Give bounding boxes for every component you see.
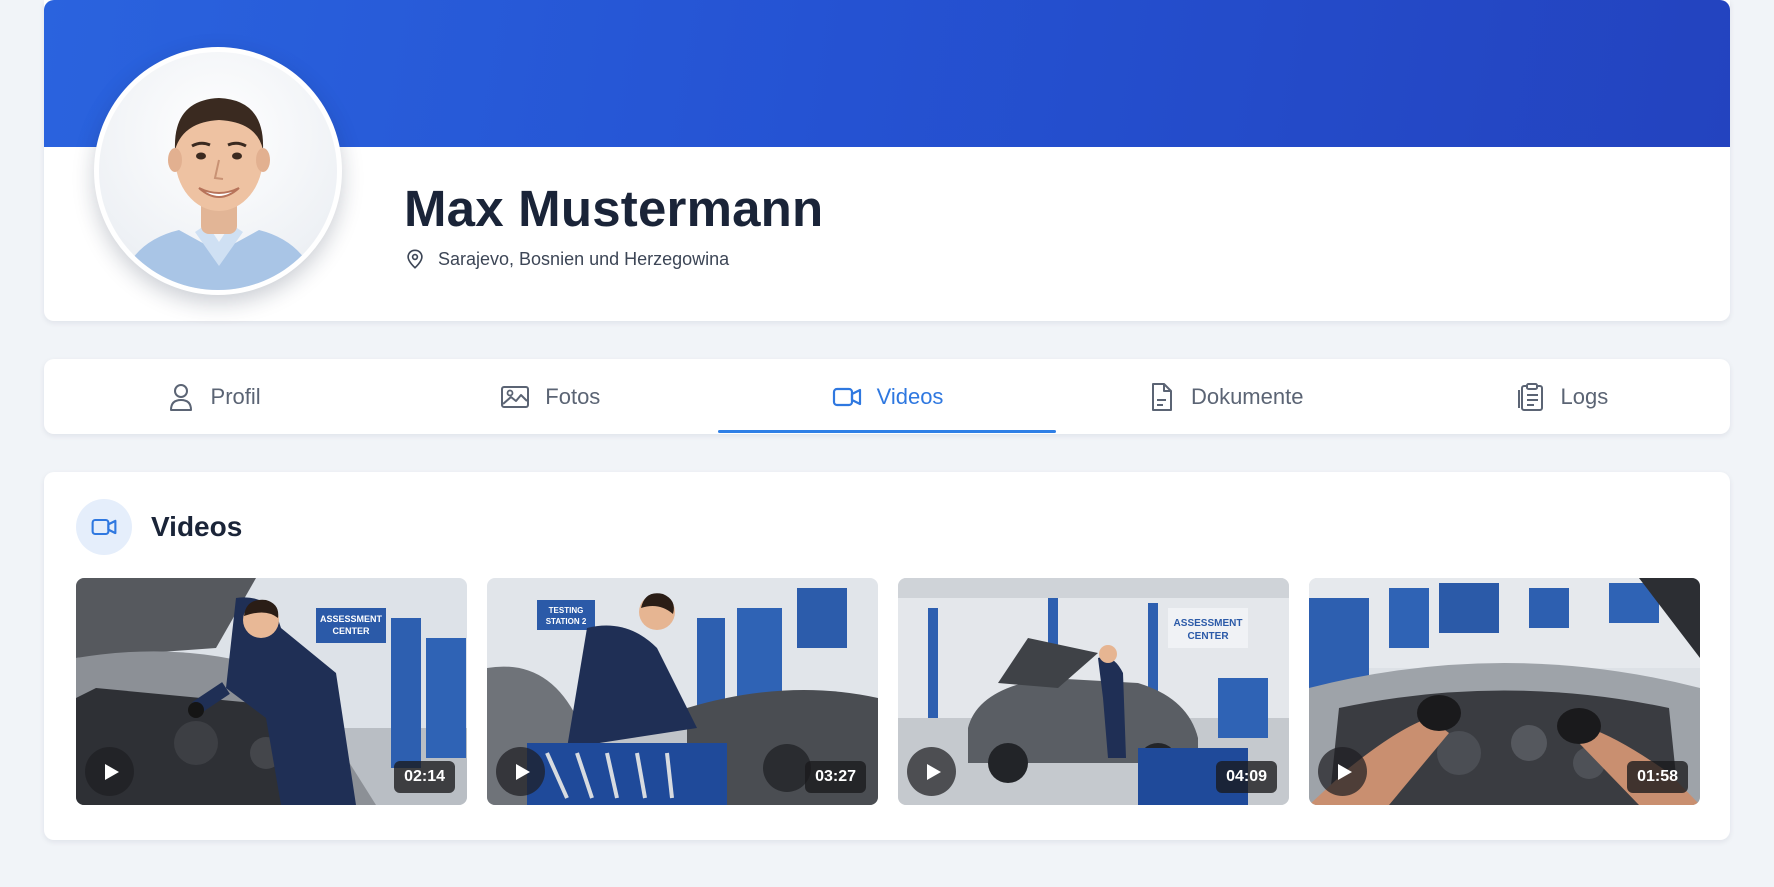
svg-text:ASSESSMENT: ASSESSMENT xyxy=(320,614,383,624)
video-duration: 02:14 xyxy=(394,761,455,793)
image-icon xyxy=(501,385,530,408)
profile-location: Sarajevo, Bosnien und Herzegowina xyxy=(404,247,729,271)
play-button[interactable] xyxy=(85,747,134,796)
avatar[interactable] xyxy=(94,47,342,295)
tab-videos[interactable]: Videos xyxy=(718,359,1056,434)
tab-label: Profil xyxy=(210,383,261,409)
play-icon xyxy=(927,763,941,780)
tab-fotos[interactable]: Fotos xyxy=(381,359,718,434)
play-button[interactable] xyxy=(496,747,545,796)
person-portrait-image xyxy=(119,98,319,290)
svg-text:TESTING: TESTING xyxy=(549,606,584,615)
avatar-photo xyxy=(99,52,337,290)
video-thumbnail[interactable]: TESTING STATION 2 03:27 xyxy=(487,578,878,805)
location-pin-icon xyxy=(407,249,423,269)
profile-name: Max Mustermann xyxy=(404,180,824,237)
video-grid: ASSESSMENT CENTER 02:14 TESTING STATION … xyxy=(76,578,1700,805)
svg-text:CENTER: CENTER xyxy=(332,626,370,636)
location-text: Sarajevo, Bosnien und Herzegowina xyxy=(438,248,730,269)
video-thumbnail[interactable]: ASSESSMENT CENTER 02:14 xyxy=(76,578,467,805)
video-duration: 03:27 xyxy=(805,761,866,793)
svg-text:STATION 2: STATION 2 xyxy=(546,617,587,626)
section-title: Videos xyxy=(151,511,243,542)
video-thumbnail[interactable]: 01:58 xyxy=(1309,578,1700,805)
document-icon xyxy=(1151,382,1172,411)
play-icon xyxy=(1338,763,1352,780)
tab-label: Fotos xyxy=(545,383,601,409)
video-icon xyxy=(832,387,861,406)
play-icon xyxy=(516,763,530,780)
video-duration: 04:09 xyxy=(1216,761,1277,793)
play-icon xyxy=(105,763,119,780)
video-duration: 01:58 xyxy=(1627,761,1688,793)
play-button[interactable] xyxy=(907,747,956,796)
videos-section-icon xyxy=(76,499,132,555)
play-button[interactable] xyxy=(1318,747,1367,796)
tab-label: Logs xyxy=(1560,383,1609,409)
videos-section: Videos ASSESSMENT CENTER 02:14 TESTING S… xyxy=(44,472,1730,840)
clipboard-icon xyxy=(1517,382,1543,411)
tab-dokumente[interactable]: Dokumente xyxy=(1056,359,1393,434)
tab-label: Dokumente xyxy=(1190,383,1304,409)
tab-profil[interactable]: Profil xyxy=(44,359,381,434)
tab-logs[interactable]: Logs xyxy=(1393,359,1730,434)
video-icon xyxy=(91,518,117,536)
svg-text:ASSESSMENT: ASSESSMENT xyxy=(1174,618,1243,629)
video-thumbnail[interactable]: ASSESSMENT CENTER 04:09 xyxy=(898,578,1289,805)
profile-tabs: Profil Fotos Videos Dokumente Logs xyxy=(44,359,1730,434)
svg-text:CENTER: CENTER xyxy=(1187,631,1229,642)
user-icon xyxy=(169,383,192,411)
tab-label: Videos xyxy=(876,383,944,409)
